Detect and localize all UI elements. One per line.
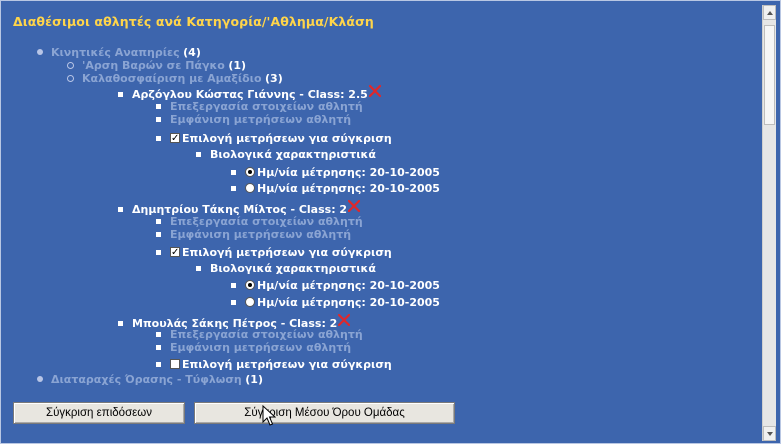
measurement-radio[interactable] bbox=[245, 297, 255, 307]
bio-label: Βιολογικά χαρακτηριστικά bbox=[210, 148, 376, 161]
compare-label: Επιλογή μετρήσεων για σύγκριση bbox=[182, 246, 392, 259]
scroll-up-button[interactable] bbox=[763, 5, 776, 20]
bullet-icon bbox=[118, 91, 123, 97]
compare-performance-button[interactable]: Σύγκριση επιδόσεων bbox=[13, 402, 185, 424]
compare-checkbox[interactable]: ✓ bbox=[170, 247, 180, 258]
edit-link-label[interactable]: Επεξεργασία στοιχείων αθλητή bbox=[170, 328, 363, 341]
tree-item-sport-2[interactable]: Καλαθοσφαίριση με Αμαξίδιο (3) bbox=[67, 72, 283, 86]
compare-selection[interactable]: ✓ Επιλογή μετρήσεων για σύγκριση bbox=[156, 132, 392, 146]
measurement-date: Ημ/νία μέτρησης: 20-10-2005 bbox=[257, 279, 440, 292]
athletes-panel: Διαθέσιμοι αθλητές ανά Κατηγορία/'Αθλημα… bbox=[0, 0, 781, 444]
scroll-thumb[interactable] bbox=[764, 25, 775, 125]
ring-bullet-icon bbox=[67, 61, 74, 69]
measurement-date: Ημ/νία μέτρησης: 20-10-2005 bbox=[257, 296, 440, 309]
mouse-cursor-icon bbox=[262, 404, 277, 427]
bullet-icon bbox=[37, 376, 43, 382]
measurement-radio[interactable] bbox=[245, 183, 255, 193]
bullet-icon bbox=[156, 361, 161, 367]
compare-group-average-button[interactable]: Σύγκριση Μέσου Όρου Ομάδας bbox=[194, 402, 455, 424]
bio-label: Βιολογικά χαρακτηριστικά bbox=[210, 262, 376, 275]
bio-characteristics: Βιολογικά χαρακτηριστικά bbox=[196, 148, 376, 162]
delete-icon[interactable] bbox=[348, 200, 361, 212]
compare-checkbox[interactable] bbox=[170, 359, 180, 369]
bullet-icon bbox=[156, 103, 161, 109]
bullet-icon bbox=[37, 49, 43, 55]
tree-item-category-2[interactable]: Διαταραχές Όρασης - Τύφλωση (1) bbox=[37, 373, 263, 387]
edit-link-label[interactable]: Επεξεργασία στοιχείων αθλητή bbox=[170, 215, 363, 228]
athlete-edit-link[interactable]: Επεξεργασία στοιχείων αθλητή bbox=[156, 100, 363, 114]
bullet-icon bbox=[156, 249, 161, 255]
bullet-icon bbox=[156, 344, 161, 350]
bullet-icon bbox=[196, 265, 201, 271]
bullet-icon bbox=[231, 169, 236, 175]
edit-link-label[interactable]: Επεξεργασία στοιχείων αθλητή bbox=[170, 100, 363, 113]
bullet-icon bbox=[231, 282, 236, 288]
bullet-icon bbox=[156, 135, 161, 141]
tree-item-category-1[interactable]: Κινητικές Αναπηρίες (4) bbox=[37, 46, 201, 60]
category-count: (1) bbox=[245, 373, 263, 386]
show-link-label[interactable]: Εμφάνιση μετρήσεων αθλητή bbox=[170, 113, 351, 126]
measurement-date: Ημ/νία μέτρησης: 20-10-2005 bbox=[257, 166, 440, 179]
bullet-icon bbox=[156, 218, 161, 224]
page-title: Διαθέσιμοι αθλητές ανά Κατηγορία/'Αθλημα… bbox=[13, 14, 374, 29]
tree-item-sport-1[interactable]: 'Αρση Βαρών σε Πάγκο (1) bbox=[67, 59, 246, 73]
measurement-date-option[interactable]: Ημ/νία μέτρησης: 20-10-2005 bbox=[231, 166, 440, 180]
sport-label[interactable]: Καλαθοσφαίριση με Αμαξίδιο bbox=[82, 72, 262, 85]
bullet-icon bbox=[156, 331, 161, 337]
athlete-show-link[interactable]: Εμφάνιση μετρήσεων αθλητή bbox=[156, 113, 351, 127]
sport-label[interactable]: 'Αρση Βαρών σε Πάγκο bbox=[82, 59, 225, 72]
show-link-label[interactable]: Εμφάνιση μετρήσεων αθλητή bbox=[170, 341, 351, 354]
bullet-icon bbox=[231, 299, 236, 305]
measurement-date-option[interactable]: Ημ/νία μέτρησης: 20-10-2005 bbox=[231, 279, 440, 293]
chevron-up-icon bbox=[767, 11, 773, 15]
chevron-down-icon bbox=[767, 432, 773, 436]
category-count: (4) bbox=[183, 46, 201, 59]
delete-icon[interactable] bbox=[368, 85, 381, 97]
scroll-down-button[interactable] bbox=[763, 426, 776, 441]
bullet-icon bbox=[118, 206, 123, 212]
compare-selection[interactable]: Επιλογή μετρήσεων για σύγκριση bbox=[156, 358, 392, 372]
athlete-edit-link[interactable]: Επεξεργασία στοιχείων αθλητή bbox=[156, 215, 363, 229]
measurement-date-option[interactable]: Ημ/νία μέτρησης: 20-10-2005 bbox=[231, 296, 440, 310]
athlete-show-link[interactable]: Εμφάνιση μετρήσεων αθλητή bbox=[156, 228, 351, 242]
athlete-show-link[interactable]: Εμφάνιση μετρήσεων αθλητή bbox=[156, 341, 351, 355]
category-label[interactable]: Κινητικές Αναπηρίες bbox=[51, 46, 180, 59]
sport-count: (3) bbox=[265, 72, 283, 85]
bullet-icon bbox=[231, 185, 236, 191]
measurement-radio[interactable] bbox=[245, 280, 255, 290]
measurement-radio[interactable] bbox=[245, 167, 255, 177]
ring-bullet-icon bbox=[67, 74, 74, 82]
compare-label: Επιλογή μετρήσεων για σύγκριση bbox=[182, 358, 392, 371]
delete-icon[interactable] bbox=[338, 314, 351, 326]
show-link-label[interactable]: Εμφάνιση μετρήσεων αθλητή bbox=[170, 228, 351, 241]
vertical-scrollbar[interactable] bbox=[762, 5, 776, 441]
compare-checkbox[interactable]: ✓ bbox=[170, 133, 180, 144]
compare-selection[interactable]: ✓ Επιλογή μετρήσεων για σύγκριση bbox=[156, 246, 392, 260]
bullet-icon bbox=[196, 151, 201, 157]
measurement-date: Ημ/νία μέτρησης: 20-10-2005 bbox=[257, 182, 440, 195]
measurement-date-option[interactable]: Ημ/νία μέτρησης: 20-10-2005 bbox=[231, 182, 440, 196]
athlete-edit-link[interactable]: Επεξεργασία στοιχείων αθλητή bbox=[156, 328, 363, 342]
bullet-icon bbox=[118, 320, 123, 326]
bullet-icon bbox=[156, 231, 161, 237]
category-label[interactable]: Διαταραχές Όρασης - Τύφλωση bbox=[51, 373, 242, 386]
compare-label: Επιλογή μετρήσεων για σύγκριση bbox=[182, 132, 392, 145]
sport-count: (1) bbox=[228, 59, 247, 72]
bullet-icon bbox=[156, 116, 161, 122]
bio-characteristics: Βιολογικά χαρακτηριστικά bbox=[196, 262, 376, 276]
